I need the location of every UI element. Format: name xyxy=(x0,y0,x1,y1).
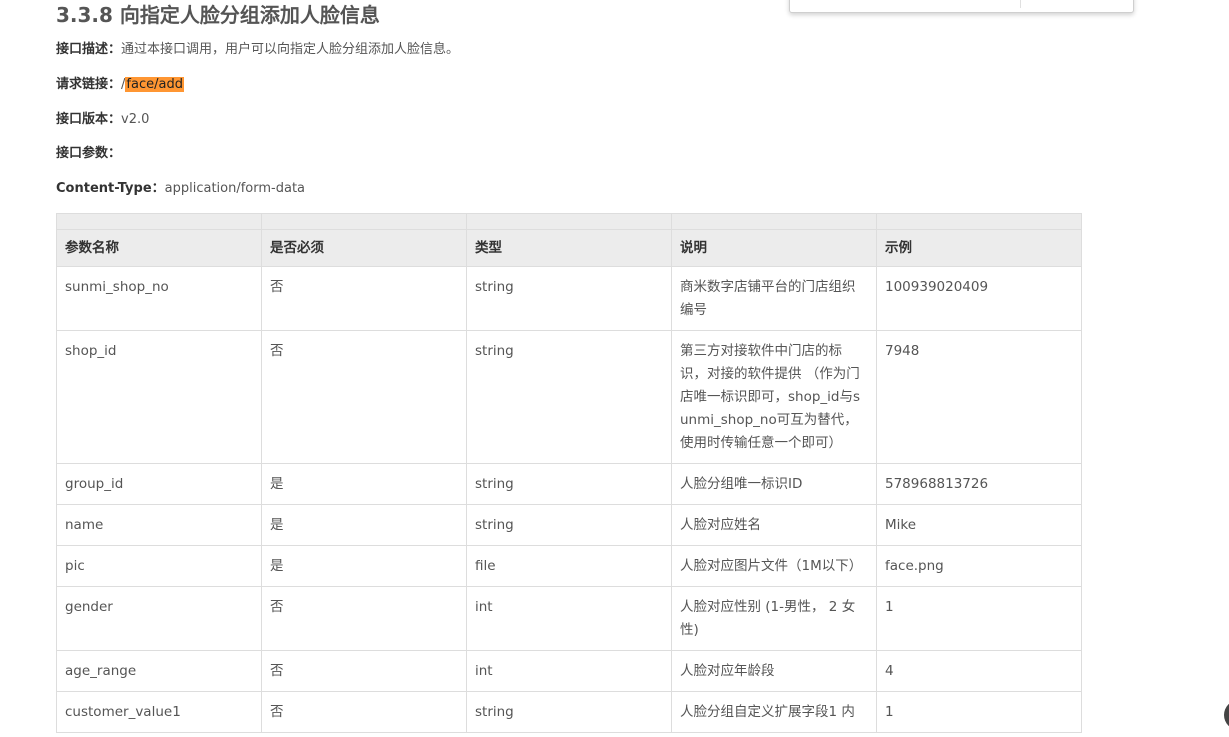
description-cell: 人脸分组唯一标识ID xyxy=(671,463,877,505)
description-cell: 第三方对接软件中门店的标识，对接的软件提供 （作为门店唯一标识即可，shop_i… xyxy=(671,330,877,464)
example-cell: Mike xyxy=(876,504,1082,546)
description-cell: 人脸分组自定义扩展字段1 内 xyxy=(671,691,877,733)
type-cell: string xyxy=(466,463,672,505)
request-url: 请求链接：/face/add xyxy=(56,75,184,95)
required-cell: 否 xyxy=(261,266,467,331)
url-label: 请求链接： xyxy=(56,77,122,92)
type-cell: string xyxy=(466,504,672,546)
type-cell: string xyxy=(466,691,672,733)
version-value: v2.0 xyxy=(121,112,150,127)
example-cell: 1 xyxy=(876,586,1082,651)
type-cell: string xyxy=(466,266,672,331)
desc-value: 通过本接口调用，用户可以向指定人脸分组添加人脸信息。 xyxy=(121,42,460,57)
params-label: 接口参数： xyxy=(56,146,122,161)
param-name-cell: pic xyxy=(56,545,262,587)
required-cell: 否 xyxy=(261,330,467,464)
table-row: gender 否 int 人脸对应性别 (1-男性， 2 女性) 1 xyxy=(56,586,1082,651)
api-version: 接口版本：v2.0 xyxy=(56,110,149,130)
table-row: customer_value1 否 string 人脸分组自定义扩展字段1 内1 xyxy=(56,691,1082,733)
example-cell: 7948 xyxy=(876,330,1082,464)
example-cell: face.png xyxy=(876,545,1082,587)
description-cell: 商米数字店铺平台的门店组织编号 xyxy=(671,266,877,331)
table-row: age_range 否 int 人脸对应年龄段 4 xyxy=(56,650,1082,692)
required-cell: 否 xyxy=(261,691,467,733)
header-example: 示例 xyxy=(876,229,1082,267)
floating-action-button[interactable] xyxy=(1224,700,1229,730)
required-cell: 是 xyxy=(261,463,467,505)
param-name-cell: customer_value1 xyxy=(56,691,262,733)
content-type-label: Content-Type： xyxy=(56,181,165,196)
description-cell: 人脸对应性别 (1-男性， 2 女性) xyxy=(671,586,877,651)
description-cell: 人脸对应图片文件（1M以下） xyxy=(671,545,877,587)
table-row: group_id 是 string 人脸分组唯一标识ID 578968813726 xyxy=(56,463,1082,505)
param-name-cell: age_range xyxy=(56,650,262,692)
required-cell: 是 xyxy=(261,504,467,546)
table-row: name 是 string 人脸对应姓名 Mike xyxy=(56,504,1082,546)
api-params: 接口参数： xyxy=(56,144,121,164)
table-row: pic 是 file 人脸对应图片文件（1M以下） face.png xyxy=(56,545,1082,587)
header-description: 说明 xyxy=(671,229,877,267)
type-cell: int xyxy=(466,586,672,651)
description-cell: 人脸对应年龄段 xyxy=(671,650,877,692)
content-type: Content-Type：application/form-data xyxy=(56,179,305,199)
table-spacer-row xyxy=(56,213,1082,230)
param-name-cell: gender xyxy=(56,586,262,651)
required-cell: 是 xyxy=(261,545,467,587)
type-cell: file xyxy=(466,545,672,587)
header-param-name: 参数名称 xyxy=(56,229,262,267)
required-cell: 否 xyxy=(261,586,467,651)
document-page: 3.3.8 向指定人脸分组添加人脸信息 接口描述：通过本接口调用，用户可以向指定… xyxy=(0,0,1229,737)
param-name-cell: name xyxy=(56,504,262,546)
table-row: shop_id 否 string 第三方对接软件中门店的标识，对接的软件提供 （作为门… xyxy=(56,330,1082,464)
url-path-highlight: face/add xyxy=(125,77,184,92)
required-cell: 否 xyxy=(261,650,467,692)
example-cell: 1 xyxy=(876,691,1082,733)
panel-divider xyxy=(1020,0,1021,8)
type-cell: int xyxy=(466,650,672,692)
param-name-cell: shop_id xyxy=(56,330,262,464)
params-table: 参数名称 是否必须 类型 说明 示例 sunmi_shop_no 否 string 商… xyxy=(56,213,1082,733)
example-cell: 578968813726 xyxy=(876,463,1082,505)
content-type-value: application/form-data xyxy=(164,181,306,196)
version-label: 接口版本： xyxy=(56,112,122,127)
param-name-cell: sunmi_shop_no xyxy=(56,266,262,331)
param-name-cell: group_id xyxy=(56,463,262,505)
type-cell: string xyxy=(466,330,672,464)
example-cell: 4 xyxy=(876,650,1082,692)
desc-label: 接口描述： xyxy=(56,42,122,57)
description-cell: 人脸对应姓名 xyxy=(671,504,877,546)
api-description: 接口描述：通过本接口调用，用户可以向指定人脸分组添加人脸信息。 xyxy=(56,40,459,60)
section-title: 3.3.8 向指定人脸分组添加人脸信息 xyxy=(56,3,380,27)
table-row: sunmi_shop_no 否 string 商米数字店铺平台的门店组织编号 10093… xyxy=(56,266,1082,331)
header-type: 类型 xyxy=(466,229,672,267)
example-cell: 100939020409 xyxy=(876,266,1082,331)
table-header-row: 参数名称 是否必须 类型 说明 示例 xyxy=(56,229,1082,267)
floating-panel xyxy=(789,0,1134,13)
header-required: 是否必须 xyxy=(261,229,467,267)
